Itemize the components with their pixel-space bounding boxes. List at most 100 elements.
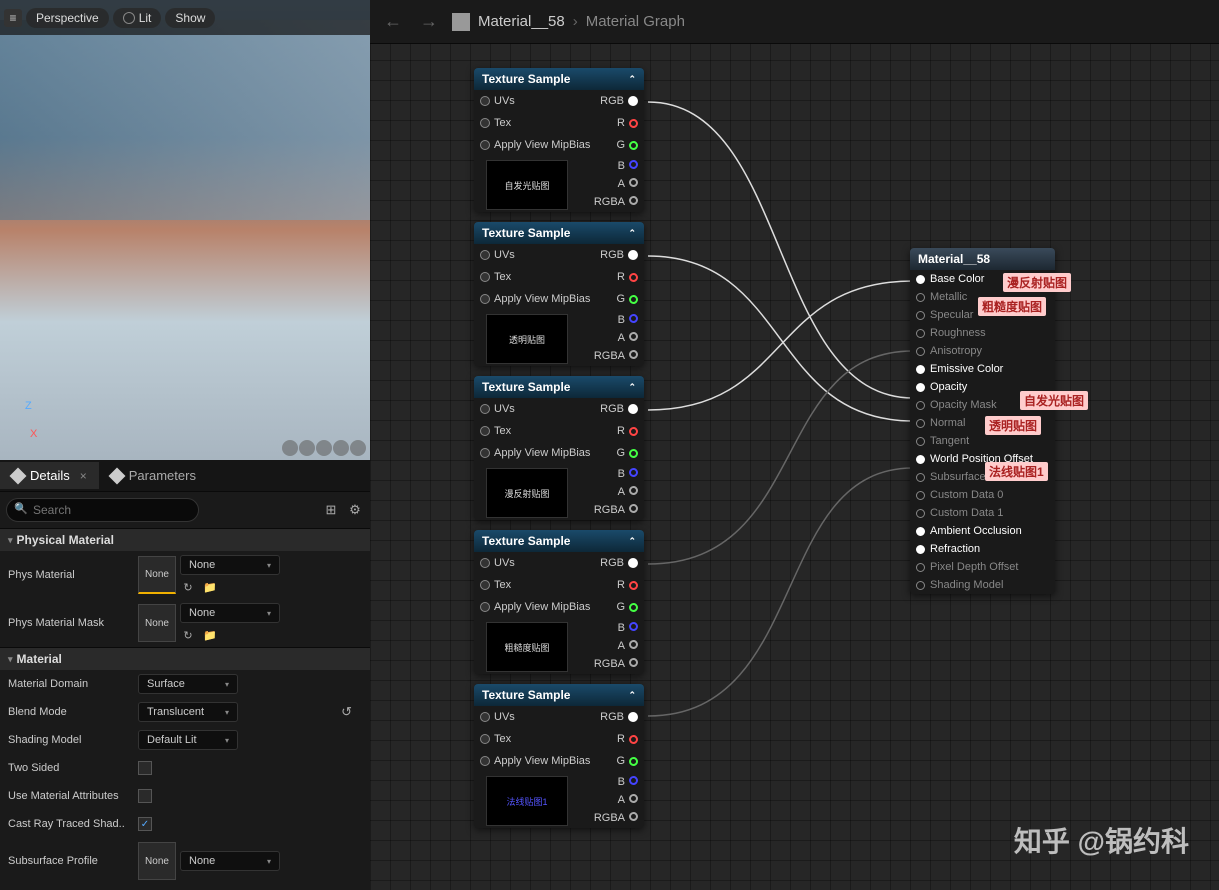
output-pin[interactable] [629, 295, 638, 304]
output-pin[interactable] [628, 96, 638, 106]
use-mat-attr-checkbox[interactable] [138, 789, 152, 803]
texture-sample-node[interactable]: Texture Sample⌃ UVsRGB TexR Apply View M… [474, 530, 644, 674]
hamburger-icon[interactable]: ≡ [4, 9, 22, 27]
material-pin[interactable]: Base Color [910, 270, 1055, 288]
collapse-icon[interactable]: ⌃ [628, 536, 636, 547]
thumbnail-slot[interactable]: None [138, 604, 176, 642]
collapse-icon[interactable]: ⌃ [628, 74, 636, 85]
section-physical-material[interactable]: Physical Material [0, 528, 370, 551]
input-pin[interactable] [916, 329, 925, 338]
vp-icon[interactable] [299, 440, 315, 456]
material-pin[interactable]: Normal [910, 414, 1055, 432]
nav-forward-icon[interactable]: → [416, 11, 442, 32]
input-pin[interactable] [916, 419, 925, 428]
material-pin[interactable]: Anisotropy [910, 342, 1055, 360]
input-pin[interactable] [480, 734, 490, 744]
material-pin[interactable]: Subsurface Color [910, 468, 1055, 486]
collapse-icon[interactable]: ⌃ [628, 228, 636, 239]
output-pin[interactable] [629, 427, 638, 436]
input-pin[interactable] [480, 140, 490, 150]
material-pin[interactable]: Refraction [910, 540, 1055, 558]
output-pin[interactable] [629, 658, 638, 667]
output-pin[interactable] [629, 622, 638, 631]
material-pin[interactable]: Pixel Depth Offset [910, 558, 1055, 576]
input-pin[interactable] [916, 311, 925, 320]
material-pin[interactable]: Opacity [910, 378, 1055, 396]
thumbnail-slot[interactable]: None [138, 556, 176, 594]
input-pin[interactable] [916, 347, 925, 356]
output-pin[interactable] [629, 735, 638, 744]
material-output-node[interactable]: Material__58 Base ColorMetallicSpecular R… [910, 248, 1055, 594]
output-pin[interactable] [628, 250, 638, 260]
output-pin[interactable] [629, 468, 638, 477]
material-pin[interactable]: Shading Model [910, 576, 1055, 594]
output-pin[interactable] [629, 119, 638, 128]
output-pin[interactable] [629, 640, 638, 649]
input-pin[interactable] [480, 426, 490, 436]
output-pin[interactable] [628, 712, 638, 722]
browse-icon[interactable]: 📁 [202, 627, 218, 643]
viewport-3d[interactable]: Z X [0, 0, 370, 460]
input-pin[interactable] [480, 448, 490, 458]
output-pin[interactable] [629, 350, 638, 359]
thumbnail-slot[interactable]: None [138, 842, 176, 880]
two-sided-checkbox[interactable] [138, 761, 152, 775]
search-input[interactable] [6, 498, 199, 522]
material-pin[interactable]: Emissive Color [910, 360, 1055, 378]
material-domain-dropdown[interactable]: Surface [138, 674, 238, 694]
vp-icon[interactable] [282, 440, 298, 456]
input-pin[interactable] [480, 580, 490, 590]
input-pin[interactable] [916, 527, 925, 536]
input-pin[interactable] [916, 275, 925, 284]
material-pin[interactable]: Specular [910, 306, 1055, 324]
perspective-dropdown[interactable]: Perspective [26, 8, 109, 28]
input-pin[interactable] [916, 563, 925, 572]
output-pin[interactable] [629, 160, 638, 169]
texture-sample-node[interactable]: Texture Sample⌃ UVsRGB TexR Apply View M… [474, 68, 644, 212]
output-pin[interactable] [629, 603, 638, 612]
output-pin[interactable] [629, 178, 638, 187]
phys-material-dropdown[interactable]: None [180, 555, 280, 575]
lit-dropdown[interactable]: Lit [113, 8, 162, 28]
input-pin[interactable] [916, 383, 925, 392]
tab-details[interactable]: Details × [0, 462, 99, 489]
tab-parameters[interactable]: Parameters [99, 462, 208, 489]
show-dropdown[interactable]: Show [165, 8, 215, 28]
material-pin[interactable]: Opacity Mask [910, 396, 1055, 414]
node-header[interactable]: Texture Sample⌃ [474, 376, 644, 398]
use-selected-icon[interactable]: ↻ [180, 579, 196, 595]
input-pin[interactable] [916, 545, 925, 554]
gear-icon[interactable]: ⚙ [346, 501, 364, 519]
input-pin[interactable] [480, 118, 490, 128]
input-pin[interactable] [480, 272, 490, 282]
input-pin[interactable] [480, 250, 490, 260]
input-pin[interactable] [916, 455, 925, 464]
output-pin[interactable] [628, 404, 638, 414]
input-pin[interactable] [480, 756, 490, 766]
shading-model-dropdown[interactable]: Default Lit [138, 730, 238, 750]
phys-material-mask-dropdown[interactable]: None [180, 603, 280, 623]
collapse-icon[interactable]: ⌃ [628, 690, 636, 701]
cast-ray-checkbox[interactable] [138, 817, 152, 831]
vp-icon[interactable] [316, 440, 332, 456]
input-pin[interactable] [916, 293, 925, 302]
input-pin[interactable] [916, 437, 925, 446]
material-graph[interactable]: ← → Material__58 › Material Graph Textur… [370, 0, 1219, 890]
output-pin[interactable] [629, 332, 638, 341]
vp-icon[interactable] [350, 440, 366, 456]
browse-icon[interactable]: 📁 [202, 579, 218, 595]
node-header[interactable]: Material__58 [910, 248, 1055, 270]
nav-back-icon[interactable]: ← [380, 11, 406, 32]
material-pin[interactable]: Custom Data 1 [910, 504, 1055, 522]
grid-icon[interactable]: ⊞ [322, 501, 340, 519]
output-pin[interactable] [629, 196, 638, 205]
node-header[interactable]: Texture Sample⌃ [474, 530, 644, 552]
material-pin[interactable]: Metallic [910, 288, 1055, 306]
input-pin[interactable] [480, 96, 490, 106]
input-pin[interactable] [916, 491, 925, 500]
material-pin[interactable]: Ambient Occlusion [910, 522, 1055, 540]
output-pin[interactable] [629, 812, 638, 821]
node-header[interactable]: Texture Sample⌃ [474, 222, 644, 244]
output-pin[interactable] [629, 273, 638, 282]
reset-icon[interactable]: ↺ [341, 704, 352, 720]
